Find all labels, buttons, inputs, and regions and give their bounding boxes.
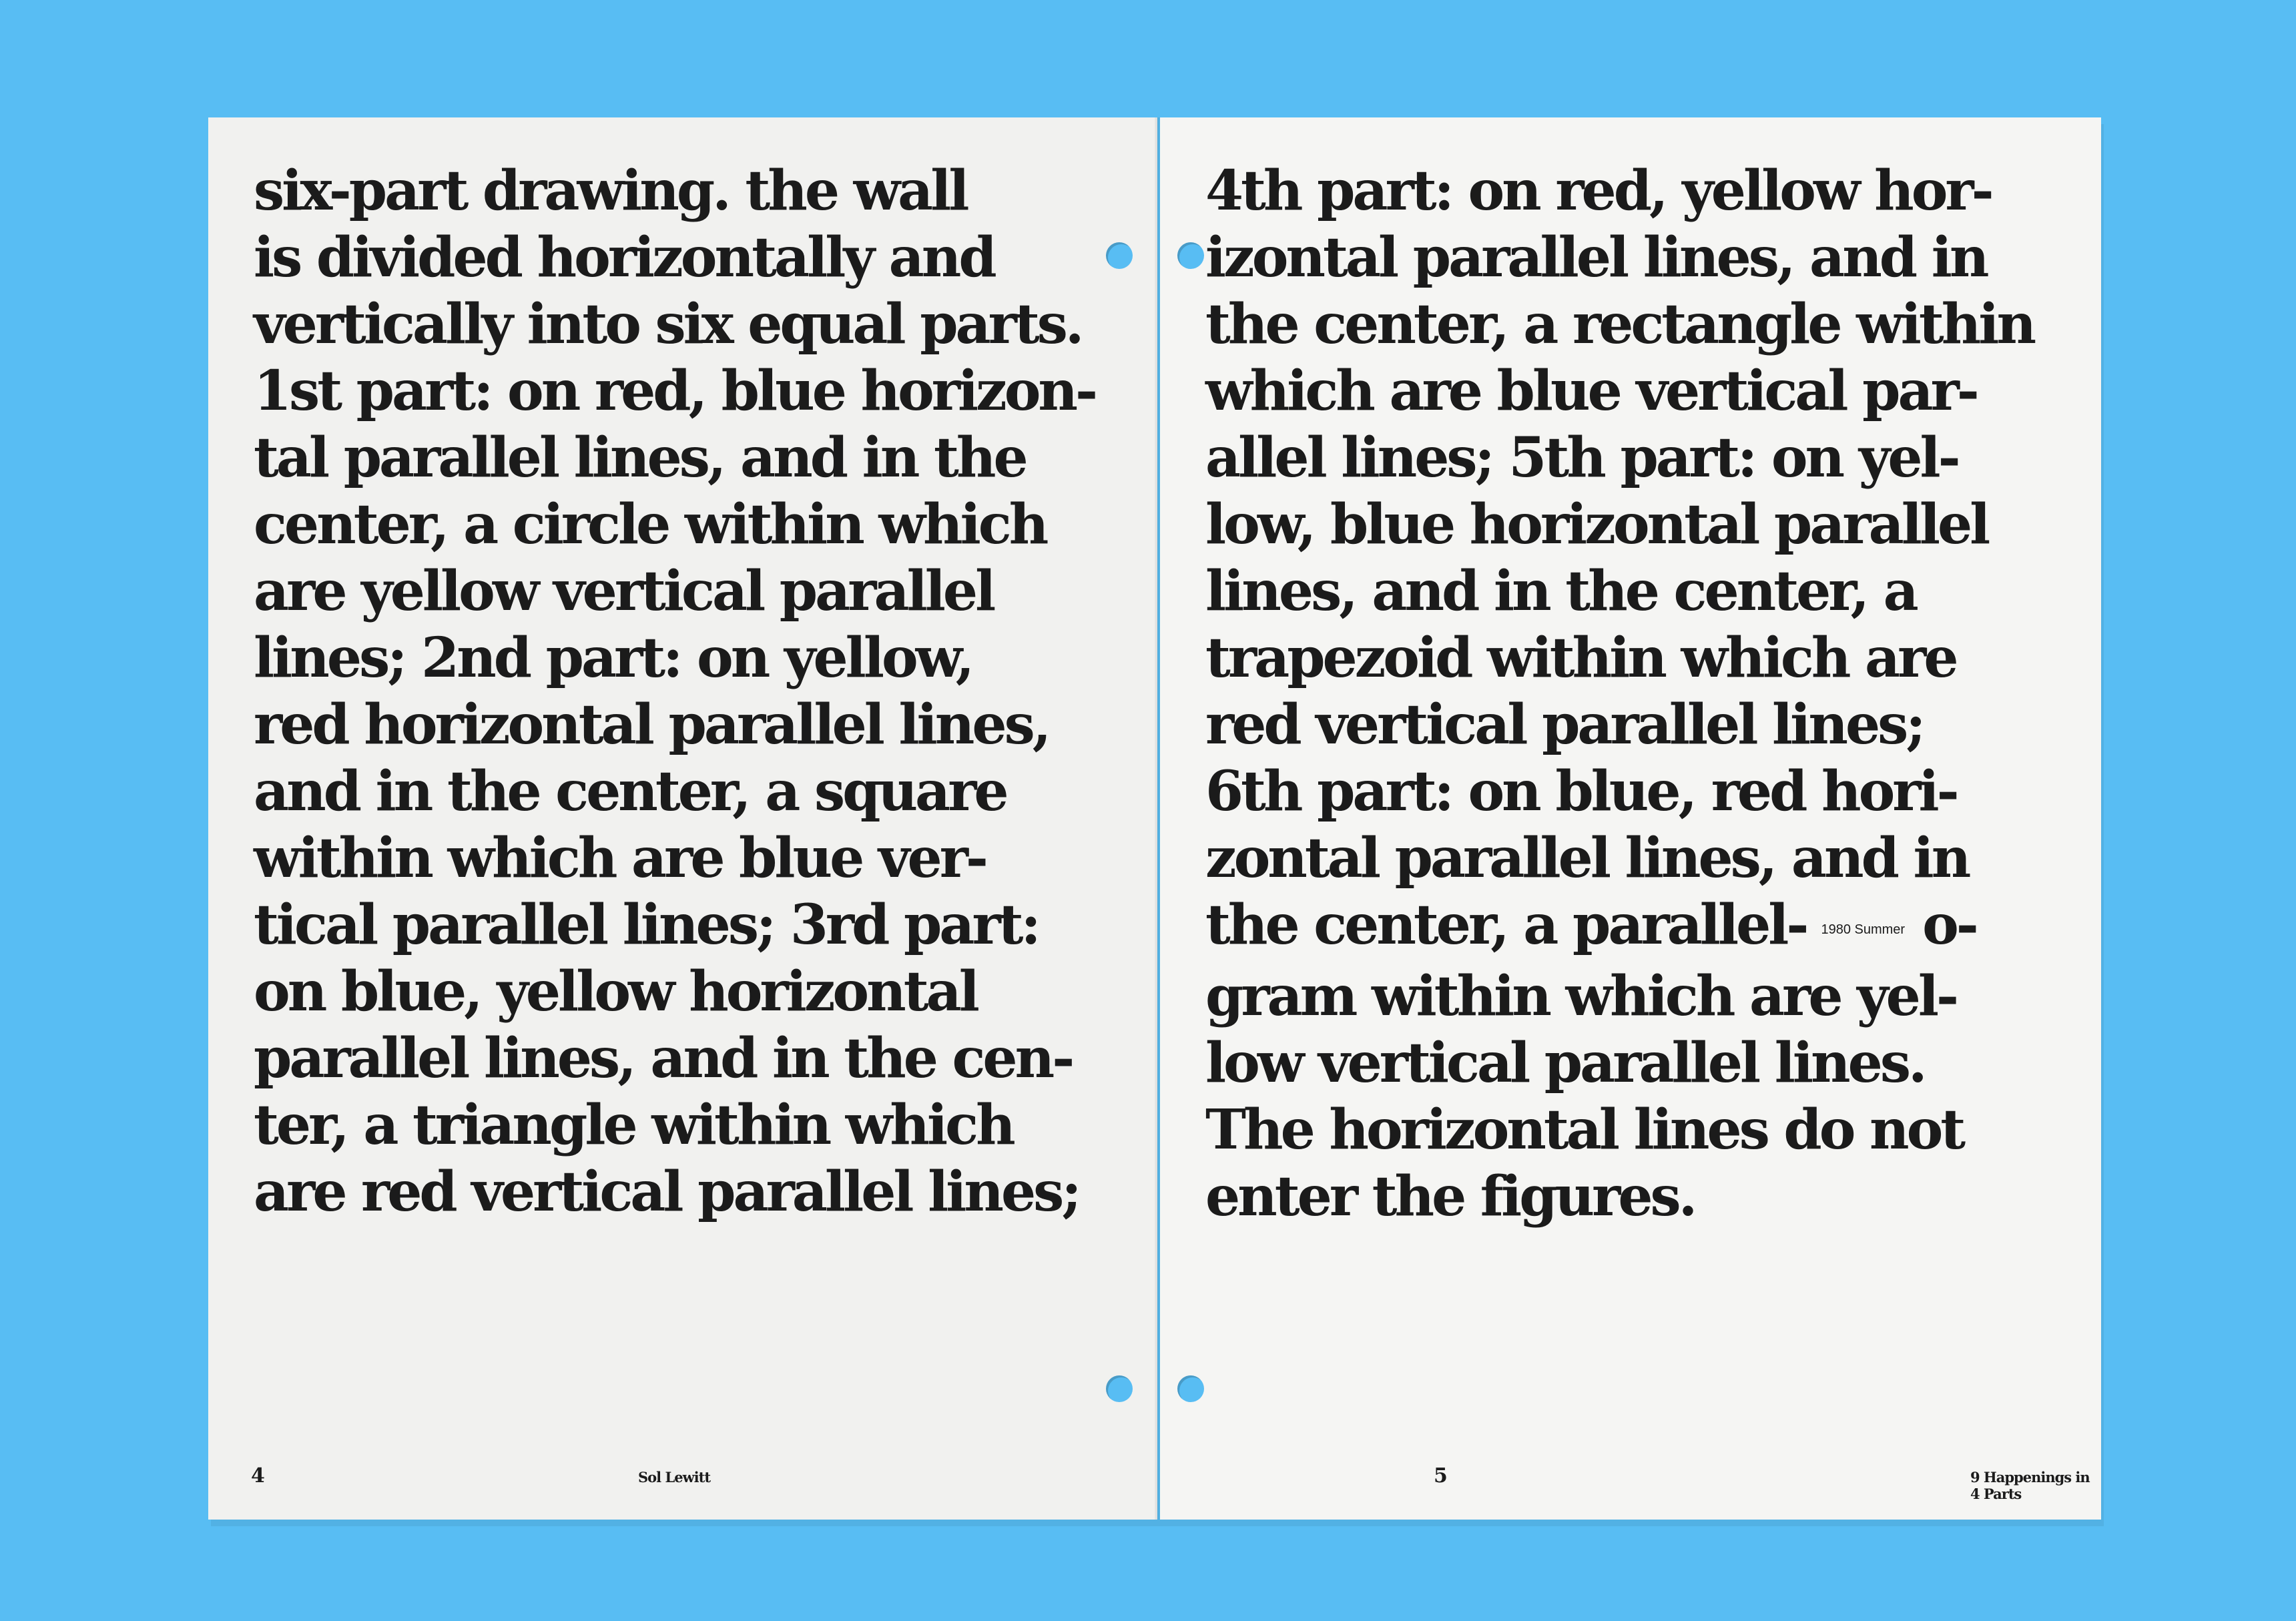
- text-line: gram within which are yel-: [1205, 964, 1959, 1028]
- text-line: enter the figures.: [1205, 1164, 1697, 1229]
- text-line: within which are blue ver-: [254, 826, 988, 890]
- text-line: red vertical parallel lines;: [1205, 693, 1926, 757]
- text-line: center, a circle within which: [254, 493, 1049, 557]
- text-line-part: o-: [1922, 893, 1979, 957]
- text-line: 6th part: on blue, red hori-: [1205, 759, 1960, 824]
- text-line: izontal parallel lines, and in: [1205, 226, 1989, 290]
- text-line: parallel lines, and in the cen-: [254, 1026, 1075, 1090]
- text-line: red horizontal parallel lines,: [254, 693, 1051, 757]
- text-line: the center, a rectangle within: [1205, 292, 2036, 356]
- text-line: which are blue vertical par-: [1205, 359, 1980, 423]
- text-line: ter, a triangle within which: [254, 1093, 1016, 1157]
- text-line: tical parallel lines; 3rd part:: [254, 893, 1041, 957]
- punch-hole: [1177, 242, 1204, 269]
- text-line: 1st part: on red, blue horizon-: [254, 359, 1098, 423]
- left-page: six-part drawing. the wall is divided ho…: [208, 117, 1157, 1520]
- text-line: low vertical parallel lines.: [1205, 1030, 1928, 1095]
- text-line: low, blue horizontal parallel: [1205, 493, 1990, 557]
- left-body-text: six-part drawing. the wall is divided ho…: [254, 157, 1098, 1225]
- running-title-right: 9 Happenings in 4 Parts: [1970, 1469, 2090, 1502]
- punch-hole: [1106, 1375, 1133, 1402]
- text-line: six-part drawing. the wall: [254, 159, 970, 223]
- text-line: the center, a parallel- 1980 Summer o-: [1205, 892, 2034, 963]
- text-line: zontal parallel lines, and in: [1205, 826, 1971, 890]
- text-line: is divided horizontally and: [254, 226, 997, 290]
- text-line: allel lines; 5th part: on yel-: [1205, 426, 1961, 490]
- text-line: on blue, yellow horizontal: [254, 960, 980, 1024]
- text-line: The horizontal lines do not: [1205, 1097, 1966, 1162]
- text-line-part: the center, a parallel-: [1205, 893, 1809, 957]
- text-line: tal parallel lines, and in the: [254, 426, 1029, 490]
- text-line: vertically into six equal parts.: [254, 292, 1084, 356]
- punch-hole: [1177, 1375, 1204, 1402]
- inline-date-note: 1980 Summer: [1821, 922, 1906, 937]
- text-line: lines; 2nd part: on yellow,: [254, 626, 974, 690]
- magazine-spread: six-part drawing. the wall is divided ho…: [208, 117, 2101, 1520]
- page-number-right: 5: [1434, 1464, 1448, 1488]
- text-line: 4th part: on red, yellow hor-: [1205, 159, 1994, 223]
- text-line: trapezoid within which are: [1205, 626, 1959, 690]
- punch-hole: [1106, 242, 1133, 269]
- right-page: 4th part: on red, yellow hor- izontal pa…: [1160, 117, 2101, 1520]
- page-number-left: 4: [251, 1464, 265, 1488]
- text-line: and in the center, a square: [254, 759, 1009, 824]
- right-body-text: 4th part: on red, yellow hor- izontal pa…: [1205, 157, 2036, 1230]
- text-line: lines, and in the center, a: [1205, 559, 1919, 623]
- text-line: are red vertical parallel lines;: [254, 1160, 1082, 1224]
- running-title-left: Sol Lewitt: [638, 1469, 711, 1486]
- text-line: are yellow vertical parallel: [254, 559, 996, 623]
